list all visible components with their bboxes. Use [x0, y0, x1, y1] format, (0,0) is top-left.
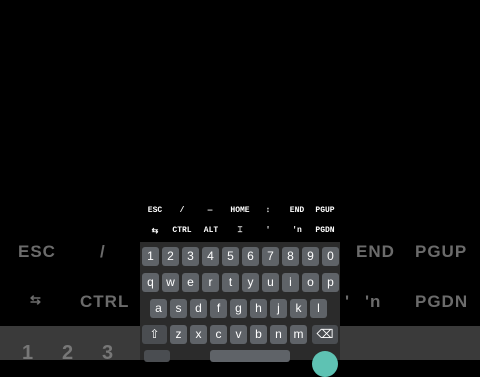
- key-d[interactable]: d: [190, 299, 207, 318]
- key-w[interactable]: w: [162, 273, 179, 292]
- key-n[interactable]: n: [270, 325, 287, 344]
- key-l[interactable]: l: [310, 299, 327, 318]
- bg-slash: /: [100, 242, 106, 261]
- key-z[interactable]: z: [170, 325, 187, 344]
- ctrl-key[interactable]: CTRL: [172, 226, 191, 235]
- bg-pgdn: PGDN: [415, 292, 469, 311]
- bg-key-1: 1: [22, 342, 34, 364]
- enter-key[interactable]: [312, 351, 338, 377]
- key-t[interactable]: t: [222, 273, 239, 292]
- key-0[interactable]: 0: [322, 247, 339, 266]
- bg-esc: ESC: [18, 242, 56, 261]
- shift-key[interactable]: ⇧: [142, 325, 167, 344]
- n-key[interactable]: 'n: [292, 226, 302, 235]
- bg-pgup: PGUP: [415, 242, 468, 261]
- key-3[interactable]: 3: [182, 247, 199, 266]
- bg-end: END: [356, 242, 395, 261]
- key-5[interactable]: 5: [222, 247, 239, 266]
- tab-key[interactable]: ⇆: [152, 226, 159, 236]
- key-7[interactable]: 7: [262, 247, 279, 266]
- key-v[interactable]: v: [230, 325, 247, 344]
- key-2[interactable]: 2: [162, 247, 179, 266]
- backspace-key[interactable]: ⌫: [312, 325, 338, 344]
- key-s[interactable]: s: [170, 299, 187, 318]
- key-c[interactable]: c: [210, 325, 227, 344]
- key-a[interactable]: a: [150, 299, 167, 318]
- extra-keys-row-2: ⇆ CTRL ALT ⌶ ' 'n PGDN: [140, 222, 340, 242]
- key-i[interactable]: i: [282, 273, 299, 292]
- bg-n: 'n: [365, 292, 382, 311]
- soft-keyboard: 1 2 3 4 5 6 7 8 9 0 q w e r t y u i o p …: [140, 242, 340, 377]
- key-e[interactable]: e: [182, 273, 199, 292]
- bg-key-2: 2: [62, 342, 74, 364]
- key-h[interactable]: h: [250, 299, 267, 318]
- end-key[interactable]: END: [290, 206, 304, 215]
- key-p[interactable]: p: [322, 273, 339, 292]
- key-9[interactable]: 9: [302, 247, 319, 266]
- key-y[interactable]: y: [242, 273, 259, 292]
- key-r[interactable]: r: [202, 273, 219, 292]
- updown-key[interactable]: ↕: [266, 206, 271, 215]
- key-b[interactable]: b: [250, 325, 267, 344]
- pgdn-key[interactable]: PGDN: [315, 226, 334, 235]
- slash-key[interactable]: /: [180, 206, 185, 215]
- key-x[interactable]: x: [190, 325, 207, 344]
- key-6[interactable]: 6: [242, 247, 259, 266]
- cursor-key[interactable]: ⌶: [238, 226, 243, 235]
- key-f[interactable]: f: [210, 299, 227, 318]
- bg-key-3: 3: [102, 342, 114, 364]
- key-4[interactable]: 4: [202, 247, 219, 266]
- bottom-left-key[interactable]: [144, 350, 170, 362]
- key-8[interactable]: 8: [282, 247, 299, 266]
- key-j[interactable]: j: [270, 299, 287, 318]
- bg-tab: ⇆: [30, 292, 42, 307]
- pgup-key[interactable]: PGUP: [315, 206, 334, 215]
- quote-key[interactable]: ': [266, 226, 271, 235]
- key-m[interactable]: m: [290, 325, 307, 344]
- bg-ctrl: CTRL: [80, 292, 130, 311]
- extra-keys-row-1: ESC / — HOME ↕ END PGUP: [140, 202, 340, 222]
- key-1[interactable]: 1: [142, 247, 159, 266]
- key-g[interactable]: g: [230, 299, 247, 318]
- key-u[interactable]: u: [262, 273, 279, 292]
- dash-key[interactable]: —: [208, 206, 213, 215]
- home-key[interactable]: HOME: [230, 206, 249, 215]
- key-k[interactable]: k: [290, 299, 307, 318]
- bg-quote: ': [345, 292, 351, 311]
- esc-key[interactable]: ESC: [148, 206, 162, 215]
- key-o[interactable]: o: [302, 273, 319, 292]
- alt-key[interactable]: ALT: [204, 226, 218, 235]
- key-q[interactable]: q: [142, 273, 159, 292]
- terminal-window: ESC / — HOME ↕ END PGUP ⇆ CTRL ALT ⌶ ' '…: [140, 200, 340, 377]
- space-bar[interactable]: [210, 350, 290, 362]
